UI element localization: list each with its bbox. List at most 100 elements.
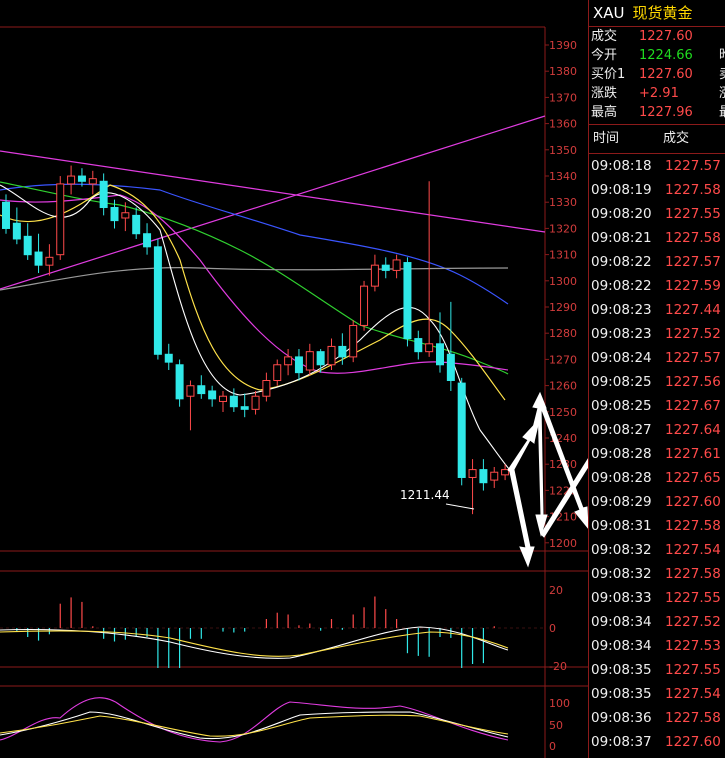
tick-time: 09:08:28 — [591, 446, 652, 462]
tick-list[interactable]: 09:08:18 1227.57 09:08:19 1227.58 09:08:20 12… — [589, 154, 725, 754]
candle-up[interactable] — [349, 324, 358, 358]
candle-down[interactable] — [77, 175, 86, 182]
candle-up[interactable] — [468, 469, 477, 478]
tick-price: 1227.57 — [665, 158, 721, 174]
candle-down[interactable] — [2, 201, 10, 229]
tick-price: 1227.58 — [665, 230, 721, 246]
tick-row[interactable]: 09:08:29 1227.60 — [589, 490, 725, 514]
kline-chart[interactable]: 1390 1380 1370 1360 1350 1340 1330 1320 1310 1300… — [0, 0, 588, 758]
chart-canvas[interactable]: 1390 1380 1370 1360 1350 1340 1330 1320 1310 1300… — [0, 0, 588, 758]
candle-up[interactable] — [219, 395, 227, 402]
tick-row[interactable]: 09:08:21 1227.58 — [589, 226, 725, 250]
candle-up[interactable] — [56, 183, 65, 256]
tick-time: 09:08:25 — [591, 374, 652, 390]
candle-up[interactable] — [327, 345, 336, 366]
tick-price: 1227.65 — [665, 470, 721, 486]
candle-down[interactable] — [446, 353, 455, 381]
tick-price: 1227.54 — [665, 542, 721, 558]
tick-row[interactable]: 09:08:25 1227.56 — [589, 370, 725, 394]
candle-down[interactable] — [143, 233, 152, 248]
tick-price: 1227.53 — [665, 638, 721, 654]
candle-up[interactable] — [490, 471, 499, 481]
candle-down[interactable] — [34, 251, 43, 266]
candle-up[interactable] — [121, 212, 130, 219]
tick-row[interactable]: 09:08:31 1227.58 — [589, 514, 725, 538]
candle-up[interactable] — [501, 469, 510, 476]
candle-down[interactable] — [414, 338, 423, 353]
tick-row[interactable]: 09:08:32 1227.58 — [589, 562, 725, 586]
candle-down[interactable] — [175, 364, 184, 400]
zigzag-arrow-5[interactable] — [539, 403, 588, 529]
tick-row[interactable]: 09:08:28 1227.65 — [589, 466, 725, 490]
tick-time: 09:08:36 — [591, 710, 652, 726]
tick-time: 09:08:32 — [591, 542, 652, 558]
instrument-title[interactable]: XAU 现货黄金 — [589, 0, 725, 27]
tick-row[interactable]: 09:08:36 1227.58 — [589, 706, 725, 730]
tick-row[interactable]: 09:08:23 1227.52 — [589, 322, 725, 346]
candle-down[interactable] — [436, 343, 444, 366]
candle-down[interactable] — [381, 264, 390, 271]
candle-down[interactable] — [164, 353, 173, 363]
tick-price: 1227.55 — [665, 662, 721, 678]
tick-price: 1227.60 — [665, 734, 721, 750]
candle-down[interactable] — [99, 180, 108, 209]
quote-label: 买价1 — [591, 67, 626, 82]
tick-row[interactable]: 09:08:34 1227.52 — [589, 610, 725, 634]
candle-down[interactable] — [403, 262, 412, 340]
candles-group — [2, 165, 510, 515]
tick-row[interactable]: 09:08:35 1227.55 — [589, 658, 725, 682]
candle-down[interactable] — [338, 345, 347, 358]
candle-up[interactable] — [370, 264, 379, 287]
candle-up[interactable] — [284, 356, 293, 366]
quote-value: 1227.96 — [639, 105, 693, 120]
tick-time: 09:08:35 — [591, 662, 652, 678]
tick-row[interactable]: 09:08:24 1227.57 — [589, 346, 725, 370]
tick-row[interactable]: 09:08:34 1227.53 — [589, 634, 725, 658]
tick-time: 09:08:32 — [591, 566, 652, 582]
candle-down[interactable] — [240, 406, 249, 410]
tick-row[interactable]: 09:08:32 1227.54 — [589, 538, 725, 562]
tick-row[interactable]: 09:08:18 1227.57 — [589, 154, 725, 178]
candle-down[interactable] — [208, 390, 217, 400]
candle-up[interactable] — [392, 259, 401, 271]
tick-time: 09:08:23 — [591, 302, 652, 318]
candle-down[interactable] — [479, 469, 488, 484]
candle-down[interactable] — [12, 222, 21, 240]
candle-up[interactable] — [251, 395, 260, 410]
candle-down[interactable] — [294, 356, 303, 374]
candle-down[interactable] — [197, 385, 206, 395]
zigzag-arrow-3[interactable] — [509, 469, 535, 568]
quote-row-last: 成交 1227.60 — [589, 27, 725, 46]
candle-down[interactable] — [132, 214, 141, 235]
tick-row[interactable]: 09:08:33 1227.55 — [589, 586, 725, 610]
quote-cut-label: 昨 — [719, 46, 725, 65]
candle-up[interactable] — [88, 178, 97, 185]
tick-row[interactable]: 09:08:22 1227.59 — [589, 274, 725, 298]
tick-row[interactable]: 09:08:19 1227.58 — [589, 178, 725, 202]
candle-up[interactable] — [360, 285, 369, 326]
candle-up[interactable] — [262, 379, 271, 397]
tick-time: 09:08:31 — [591, 518, 652, 534]
tick-row[interactable]: 09:08:22 1227.57 — [589, 250, 725, 274]
candle-up[interactable] — [45, 256, 54, 266]
candle-up[interactable] — [186, 385, 195, 397]
candle-down[interactable] — [229, 395, 238, 408]
trendline-descending[interactable] — [0, 150, 546, 233]
candle-up[interactable] — [273, 364, 282, 381]
candle-down[interactable] — [23, 235, 32, 256]
tick-row[interactable]: 09:08:25 1227.67 — [589, 394, 725, 418]
candle-up[interactable] — [425, 343, 434, 353]
tick-row[interactable]: 09:08:35 1227.54 — [589, 682, 725, 706]
candle-up[interactable] — [67, 175, 76, 185]
tick-row[interactable]: 09:08:23 1227.44 — [589, 298, 725, 322]
tick-row[interactable]: 09:08:28 1227.61 — [589, 442, 725, 466]
candle-down[interactable] — [110, 207, 119, 222]
tick-row[interactable]: 09:08:37 1227.60 — [589, 730, 725, 754]
candle-up[interactable] — [305, 351, 314, 371]
tick-row[interactable]: 09:08:20 1227.55 — [589, 202, 725, 226]
tick-row[interactable]: 09:08:27 1227.64 — [589, 418, 725, 442]
candle-down[interactable] — [457, 382, 466, 478]
candle-down[interactable] — [316, 351, 325, 366]
candle-down[interactable] — [153, 246, 162, 355]
zigzag-arrow-1[interactable] — [507, 421, 537, 474]
